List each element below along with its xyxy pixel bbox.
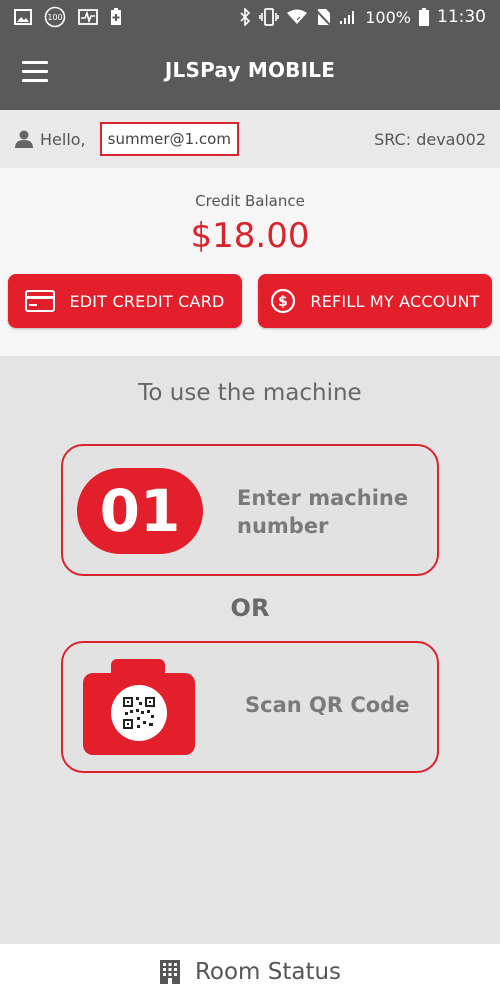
- building-icon: [159, 960, 180, 984]
- camera-qr-icon: [83, 659, 195, 755]
- battery-percent: 100%: [365, 7, 411, 27]
- edit-credit-card-button[interactable]: EDIT CREDIT CARD: [8, 274, 242, 328]
- machine-number-badge: 01: [77, 468, 203, 554]
- status-time: 11:30: [437, 7, 486, 27]
- credit-card-icon: [25, 290, 56, 312]
- svg-text:$: $: [278, 294, 288, 310]
- badge-100-icon: 100: [44, 6, 66, 28]
- app-bar: JLSPay MOBILE: [0, 34, 500, 110]
- edit-credit-card-label: EDIT CREDIT CARD: [69, 291, 225, 311]
- enter-machine-line1: Enter machine: [237, 486, 409, 510]
- scan-qr-code-option[interactable]: Scan QR Code: [61, 641, 439, 773]
- status-right: 100% 11:30: [239, 7, 486, 27]
- status-bar: 100 100% 11:30: [0, 0, 500, 34]
- src-label: SRC: deva002: [374, 129, 486, 149]
- refill-account-button[interactable]: $ REFILL MY ACCOUNT: [258, 274, 492, 328]
- enter-machine-number-option[interactable]: 01 Enter machine number: [61, 444, 439, 576]
- enter-machine-number-label: Enter machine number: [237, 484, 408, 540]
- scan-qr-code-label: Scan QR Code: [245, 693, 410, 717]
- activity-icon: [78, 9, 98, 25]
- enter-machine-line2: number: [237, 514, 329, 538]
- greeting-label: Hello,: [40, 129, 86, 149]
- dollar-circle-icon: $: [270, 288, 296, 314]
- battery-plus-icon: [110, 8, 122, 26]
- battery-icon: [419, 8, 429, 26]
- image-icon: [14, 9, 32, 25]
- room-status-button[interactable]: Room Status: [0, 944, 500, 1000]
- wifi-icon: [287, 9, 308, 25]
- badge-100-text: 100: [47, 13, 62, 22]
- no-sim-icon: [315, 8, 332, 26]
- status-left: 100: [14, 6, 122, 28]
- user-icon: [15, 130, 33, 148]
- signal-icon: [339, 9, 357, 25]
- bluetooth-icon: [239, 8, 251, 26]
- balance-panel: Credit Balance $18.00 EDIT CREDIT CARD $…: [0, 168, 500, 356]
- app-title: JLSPay MOBILE: [164, 58, 336, 82]
- user-email: summer@1.com: [99, 122, 239, 156]
- credit-balance-amount: $18.00: [190, 216, 310, 256]
- user-row: Hello, summer@1.com SRC: deva002: [0, 110, 500, 168]
- use-machine-title: To use the machine: [138, 380, 362, 406]
- refill-account-label: REFILL MY ACCOUNT: [310, 291, 480, 311]
- vibrate-icon: [259, 8, 280, 26]
- room-status-label: Room Status: [194, 959, 342, 985]
- or-divider: OR: [230, 594, 270, 622]
- credit-balance-label: Credit Balance: [195, 192, 305, 210]
